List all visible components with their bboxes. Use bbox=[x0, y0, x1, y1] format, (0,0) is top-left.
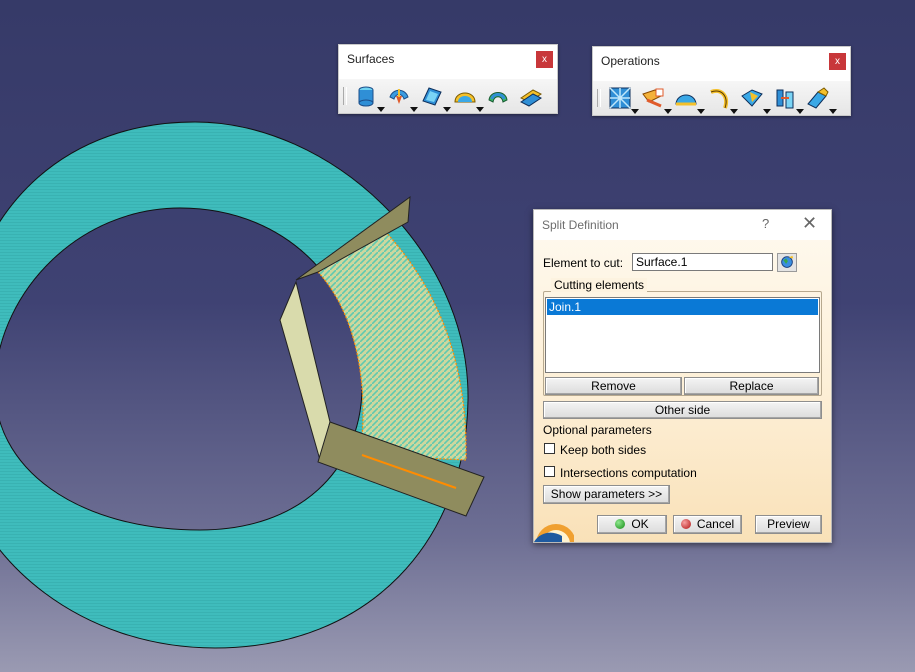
sweep-surface-icon[interactable] bbox=[387, 84, 418, 112]
list-item[interactable]: Join.1 bbox=[547, 299, 818, 315]
intersections-label: Intersections computation bbox=[560, 466, 697, 480]
catia-logo-icon bbox=[534, 524, 574, 542]
transformations-icon[interactable] bbox=[773, 86, 804, 114]
operations-toolbar: Operations x bbox=[592, 46, 851, 116]
keep-both-sides-label: Keep both sides bbox=[560, 443, 647, 457]
operations-toolbar-title: Operations bbox=[601, 54, 660, 68]
globe-picker-icon bbox=[781, 255, 794, 268]
ok-icon bbox=[615, 519, 626, 529]
extrude-cylinder-icon[interactable] bbox=[354, 84, 385, 112]
ok-label: OK bbox=[631, 517, 649, 531]
boundary-icon[interactable] bbox=[674, 86, 705, 114]
close-button[interactable]: ✕ bbox=[802, 213, 817, 234]
cutting-plane-side[interactable] bbox=[279, 280, 331, 462]
ok-button[interactable]: OK bbox=[597, 515, 667, 534]
cancel-button[interactable]: Cancel bbox=[673, 515, 742, 534]
other-side-button[interactable]: Other side bbox=[543, 401, 822, 419]
extrapolate-icon[interactable] bbox=[806, 86, 837, 114]
blend-surface-icon[interactable] bbox=[453, 84, 484, 112]
toolbar-grip[interactable] bbox=[597, 89, 601, 107]
surfaces-toolbar-close-button[interactable]: x bbox=[536, 51, 553, 68]
surfaces-toolbar-body bbox=[339, 79, 557, 113]
dialog-title: Split Definition bbox=[542, 218, 619, 232]
cutting-elements-list[interactable]: Join.1 bbox=[545, 297, 820, 373]
operations-toolbar-close-button[interactable]: x bbox=[829, 53, 846, 70]
offset-surface-icon[interactable] bbox=[486, 84, 510, 108]
surfaces-toolbar-title: Surfaces bbox=[347, 52, 395, 66]
split-trim-icon[interactable] bbox=[641, 86, 672, 114]
keep-both-sides-checkbox[interactable] bbox=[544, 443, 555, 454]
toolbar-grip[interactable] bbox=[343, 87, 347, 105]
extract-icon[interactable] bbox=[707, 86, 738, 114]
remove-button[interactable]: Remove bbox=[545, 377, 682, 395]
intersections-checkbox[interactable] bbox=[544, 466, 555, 477]
multi-section-surface-icon[interactable] bbox=[519, 84, 543, 108]
surfaces-toolbar: Surfaces x bbox=[338, 44, 558, 114]
optional-parameters-label: Optional parameters bbox=[543, 423, 652, 437]
preview-button[interactable]: Preview bbox=[755, 515, 822, 534]
cutting-elements-label: Cutting elements bbox=[551, 278, 648, 292]
cancel-icon bbox=[680, 519, 691, 529]
element-to-cut-field[interactable]: Surface.1 bbox=[632, 253, 773, 271]
element-to-cut-label: Element to cut: bbox=[543, 256, 624, 270]
fillet-icon[interactable] bbox=[740, 86, 771, 114]
help-button[interactable]: ? bbox=[762, 216, 769, 231]
fill-surface-icon[interactable] bbox=[420, 84, 451, 112]
dialog-title-bar[interactable]: Split Definition ? ✕ bbox=[534, 210, 831, 240]
show-parameters-button[interactable]: Show parameters >> bbox=[543, 485, 670, 504]
replace-button[interactable]: Replace bbox=[684, 377, 819, 395]
split-definition-dialog: Split Definition ? ✕ Element to cut: Sur… bbox=[533, 209, 832, 543]
element-picker-button[interactable] bbox=[777, 253, 797, 272]
operations-toolbar-body bbox=[593, 81, 850, 115]
join-healing-icon[interactable] bbox=[608, 86, 639, 114]
cancel-label: Cancel bbox=[696, 517, 735, 531]
